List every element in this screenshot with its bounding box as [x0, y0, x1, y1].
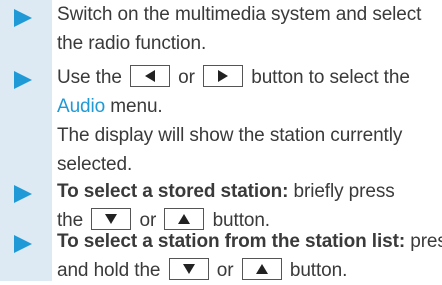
and-hold-the-text: and hold the — [57, 260, 161, 281]
audio-menu-link: Audio — [57, 96, 106, 117]
triangle-up-icon — [178, 214, 191, 224]
button-end-text: button. — [289, 260, 348, 281]
stored-station-label: To select a stored station: — [57, 181, 289, 202]
left-button-key — [129, 65, 170, 87]
or-text: or — [178, 67, 195, 88]
display-line-2: selected. — [57, 154, 133, 175]
right-button-key — [203, 65, 244, 87]
instruction-page: Switch on the multimedia system and sele… — [0, 0, 442, 281]
triangle-down-icon — [105, 214, 118, 224]
display-line-1: The display will show the station curren… — [57, 125, 403, 146]
or-text: or — [216, 260, 234, 281]
triangle-up-icon — [255, 264, 268, 274]
triangle-left-icon — [144, 70, 155, 82]
triangle-right-icon — [218, 70, 229, 82]
step-marker-icon — [14, 185, 32, 203]
step-1-line-1: Switch on the multimedia system and sele… — [57, 4, 422, 25]
down-button-key — [168, 258, 209, 280]
button-to-select-text: button to select the — [251, 67, 410, 88]
step-marker-icon — [14, 235, 32, 253]
triangle-down-icon — [182, 264, 195, 274]
use-the-text: Use the — [57, 67, 122, 88]
step-marker-icon — [14, 9, 32, 27]
step-1-line-2: the radio function. — [57, 33, 207, 54]
press-text: press — [410, 231, 442, 252]
up-button-key — [241, 258, 282, 280]
step-marker-icon — [14, 71, 32, 89]
menu-text: menu. — [105, 96, 163, 117]
station-list-label: To select a station from the station lis… — [57, 231, 406, 252]
briefly-press-text: briefly press — [288, 181, 395, 202]
